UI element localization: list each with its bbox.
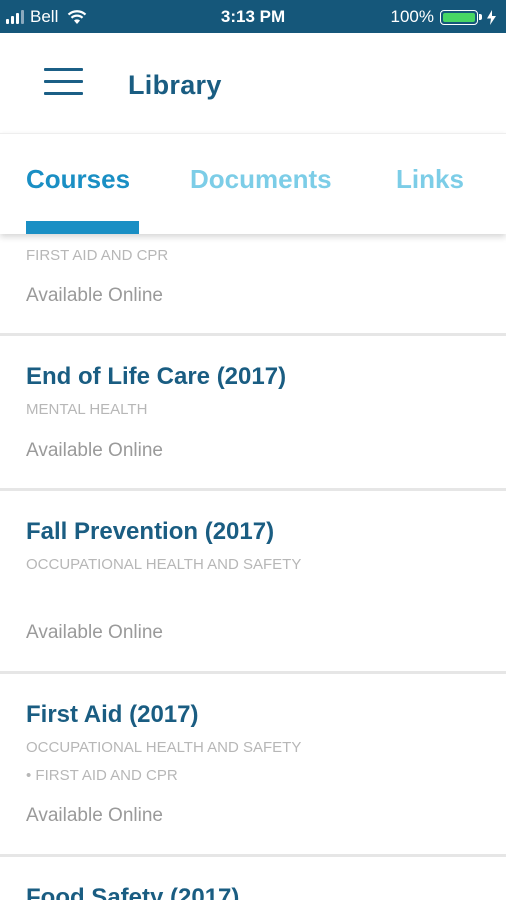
course-availability: Available Online: [26, 440, 163, 461]
course-availability: Available Online: [26, 285, 163, 306]
list-item[interactable]: FIRST AID AND CPR Available Online: [0, 233, 506, 333]
status-bar: Bell 3:13 PM 100%: [0, 0, 506, 33]
course-availability: Available Online: [26, 622, 163, 643]
course-title: End of Life Care (2017): [26, 363, 287, 390]
list-item[interactable]: First Aid (2017) OCCUPATIONAL HEALTH AND…: [0, 674, 506, 854]
active-tab-indicator: [26, 221, 139, 234]
course-title: Fall Prevention (2017): [26, 518, 275, 545]
course-category: OCCUPATIONAL HEALTH AND SAFETY: [26, 556, 302, 573]
battery-nub: [479, 14, 482, 20]
tab-bar: Courses Documents Links: [0, 133, 506, 234]
status-bar-right: 100%: [391, 7, 496, 27]
list-item[interactable]: Fall Prevention (2017) OCCUPATIONAL HEAL…: [0, 491, 506, 671]
course-title: Food Safety (2017): [26, 884, 240, 900]
course-category: OCCUPATIONAL HEALTH AND SAFETY • FIRST A…: [26, 739, 302, 784]
tab-links[interactable]: Links: [396, 164, 464, 195]
charging-bolt-icon: [487, 9, 496, 25]
battery-percentage: 100%: [390, 7, 434, 26]
course-category: FIRST AID AND CPR: [26, 247, 169, 264]
course-list: FIRST AID AND CPR Available Online End o…: [0, 233, 506, 900]
course-title: First Aid (2017): [26, 701, 199, 728]
page-title: Library: [128, 70, 222, 100]
battery-icon: [440, 9, 478, 25]
list-item[interactable]: End of Life Care (2017) MENTAL HEALTH Av…: [0, 336, 506, 488]
battery-level-fill: [443, 12, 475, 22]
course-category: MENTAL HEALTH: [26, 401, 148, 418]
hamburger-menu-icon[interactable]: [44, 68, 84, 96]
app-header: Library: [0, 33, 506, 133]
tab-documents[interactable]: Documents: [190, 164, 332, 195]
list-item[interactable]: Food Safety (2017): [0, 857, 506, 900]
tab-courses[interactable]: Courses: [26, 164, 130, 195]
course-availability: Available Online: [26, 805, 163, 826]
